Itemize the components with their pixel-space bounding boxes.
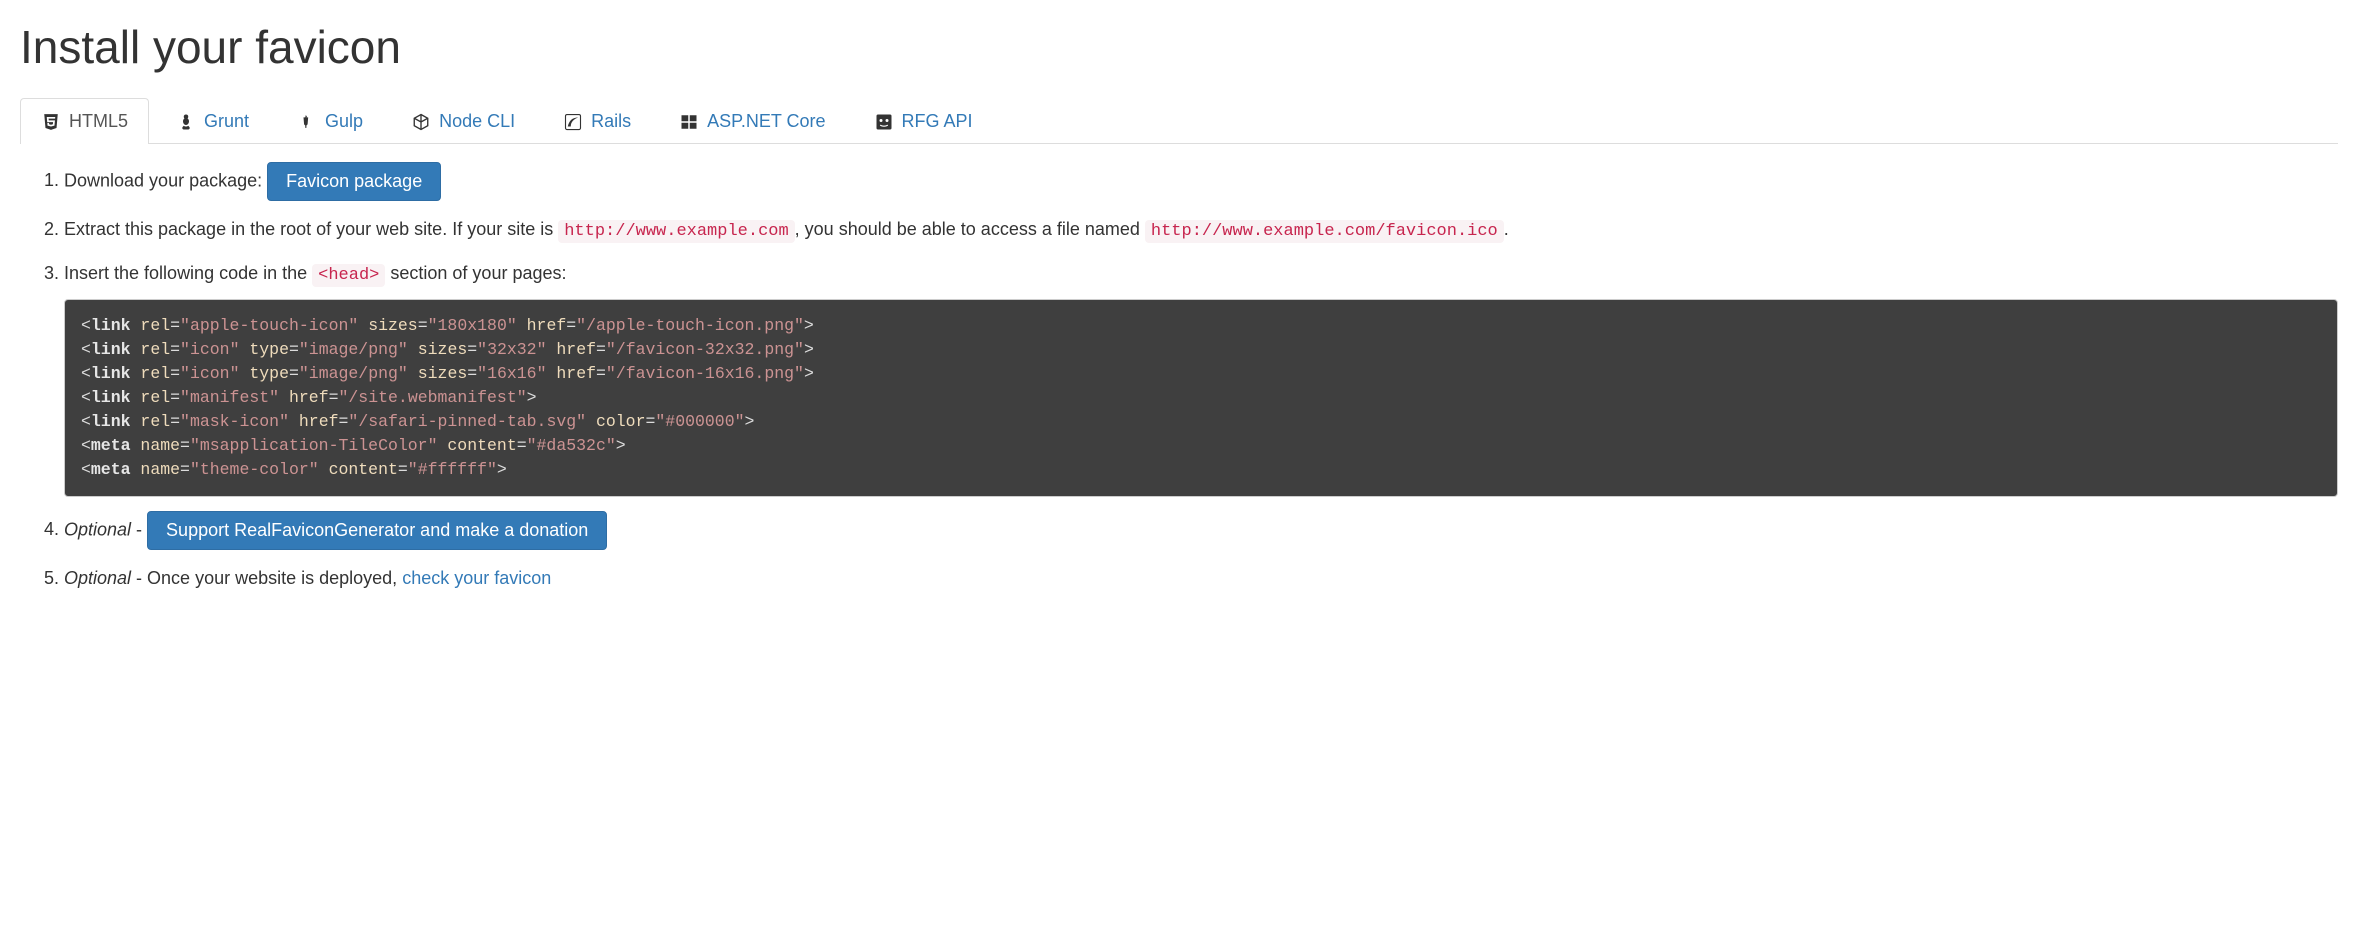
step-2-prefix: Extract this package in the root of your… xyxy=(64,219,558,239)
tab-gulp[interactable]: Gulp xyxy=(276,98,384,144)
nodejs-icon xyxy=(411,112,431,132)
step-1: Download your package: Favicon package xyxy=(64,162,2338,201)
tab-aspnet-core[interactable]: ASP.NET Core xyxy=(658,98,846,144)
step-1-text: Download your package: xyxy=(64,170,267,190)
windows-icon xyxy=(679,112,699,132)
tab-label: HTML5 xyxy=(69,111,128,132)
tab-rails[interactable]: Rails xyxy=(542,98,652,144)
tab-label: Gulp xyxy=(325,111,363,132)
tab-node-cli[interactable]: Node CLI xyxy=(390,98,536,144)
dash: - xyxy=(131,519,147,539)
page-title: Install your favicon xyxy=(20,20,2338,74)
favicon-package-button[interactable]: Favicon package xyxy=(267,162,441,201)
step-2-suffix: . xyxy=(1504,219,1509,239)
tab-label: ASP.NET Core xyxy=(707,111,825,132)
step-5: Optional - Once your website is deployed… xyxy=(64,564,2338,593)
api-icon xyxy=(874,112,894,132)
step-5-text: Once your website is deployed, xyxy=(147,568,402,588)
code-snippet[interactable]: <link rel="apple-touch-icon" sizes="180x… xyxy=(64,299,2338,496)
favicon-url-code: http://www.example.com/favicon.ico xyxy=(1145,220,1504,243)
step-2: Extract this package in the root of your… xyxy=(64,215,2338,245)
rails-icon xyxy=(563,112,583,132)
head-tag-code: <head> xyxy=(312,264,385,287)
tabs-bar: HTML5 Grunt Gulp Node CLI Rails ASP.NET … xyxy=(20,98,2338,144)
step-2-mid: , you should be able to access a file na… xyxy=(795,219,1145,239)
gulp-icon xyxy=(297,112,317,132)
step-3-prefix: Insert the following code in the xyxy=(64,263,312,283)
grunt-icon xyxy=(176,112,196,132)
step-3-suffix: section of your pages: xyxy=(390,263,566,283)
tab-label: RFG API xyxy=(902,111,973,132)
check-favicon-link[interactable]: check your favicon xyxy=(402,568,551,588)
instructions-list: Download your package: Favicon package E… xyxy=(20,162,2338,593)
html5-icon xyxy=(41,112,61,132)
dash: - xyxy=(131,568,147,588)
example-url-code: http://www.example.com xyxy=(558,220,794,243)
step-4: Optional - Support RealFaviconGenerator … xyxy=(64,511,2338,550)
tab-html5[interactable]: HTML5 xyxy=(20,98,149,144)
tab-rfg-api[interactable]: RFG API xyxy=(853,98,994,144)
tab-grunt[interactable]: Grunt xyxy=(155,98,270,144)
tab-label: Grunt xyxy=(204,111,249,132)
tab-label: Node CLI xyxy=(439,111,515,132)
optional-label: Optional xyxy=(64,519,131,539)
donation-button[interactable]: Support RealFaviconGenerator and make a … xyxy=(147,511,607,550)
step-3: Insert the following code in the <head> … xyxy=(64,259,2338,497)
tab-label: Rails xyxy=(591,111,631,132)
optional-label: Optional xyxy=(64,568,131,588)
